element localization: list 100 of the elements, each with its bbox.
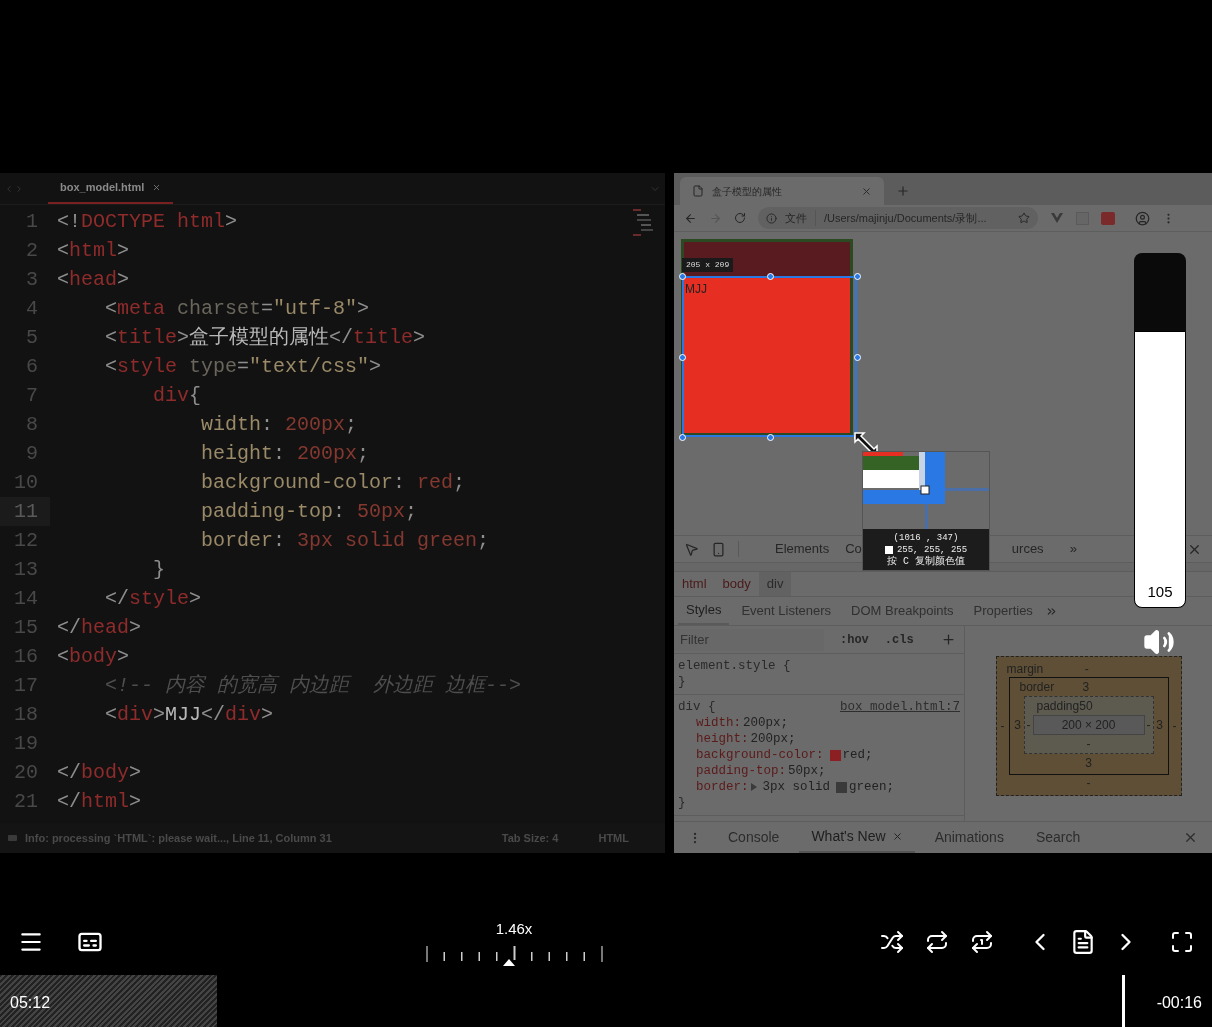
css-value: 200px; [750, 731, 796, 747]
css-value: 50px; [788, 763, 826, 779]
devtools-tab[interactable]: Elements [775, 539, 830, 559]
device-icon[interactable] [711, 541, 726, 557]
rule-close: } [678, 675, 686, 689]
shuffle-icon[interactable] [880, 930, 904, 954]
resize-handle[interactable] [766, 434, 774, 441]
code-line: <head> [56, 266, 130, 293]
code-line: border: 3px solid green; [200, 527, 490, 554]
css-property: border: [696, 779, 749, 795]
fullscreen-icon[interactable] [1170, 930, 1194, 954]
devtools-tab[interactable]: Co [845, 539, 862, 559]
breadcrumb[interactable]: div [758, 572, 792, 596]
repeat-icon[interactable] [925, 930, 949, 954]
close-icon[interactable] [861, 185, 872, 197]
resize-handle[interactable] [854, 273, 861, 280]
code-line: </html> [56, 788, 142, 815]
drawer-tab[interactable]: Animations [922, 822, 1016, 853]
pixel-color: 255, 255, 255 [896, 543, 968, 555]
volume-slider[interactable]: 105 [1134, 253, 1186, 608]
box-value: - [1171, 718, 1177, 735]
reload-icon[interactable] [734, 212, 746, 224]
add-rule-icon[interactable] [941, 632, 956, 647]
close-icon[interactable] [152, 183, 162, 192]
css-property: height: [696, 731, 749, 747]
color-swatch[interactable] [829, 749, 841, 761]
code-line: div{ [152, 382, 202, 409]
close-icon[interactable] [891, 831, 903, 842]
devtools-tab[interactable]: urces [1011, 539, 1044, 559]
code-line: } [152, 556, 166, 583]
speed-ruler[interactable] [424, 944, 604, 967]
copy-hint: 按 C 复制颜色值 [887, 555, 965, 568]
playhead[interactable] [1122, 975, 1126, 1027]
speed-reading: 1.46x [495, 918, 533, 939]
breadcrumb[interactable]: html [674, 572, 715, 596]
resize-handle[interactable] [679, 434, 686, 441]
resize-handle[interactable] [854, 353, 861, 361]
playlist-icon[interactable] [1070, 929, 1096, 955]
drawer-tab[interactable]: What's New [799, 822, 915, 853]
color-swatch-icon [884, 545, 893, 554]
box-value: 3 [1085, 755, 1092, 772]
drawer-tab[interactable]: Search [1023, 822, 1093, 853]
extension-icon[interactable] [1050, 212, 1064, 224]
source-link[interactable]: box_model.html:7 [839, 699, 960, 715]
pixel-coordinates: (1016 , 347) [893, 531, 959, 544]
remaining-time: -00:16 [1156, 993, 1202, 1013]
progress-bar[interactable]: 05:12 -00:16 [0, 975, 1212, 1027]
resize-handle[interactable] [679, 353, 686, 361]
toggle-button[interactable]: .cls [884, 630, 914, 649]
page-icon [692, 185, 704, 197]
new-tab-icon[interactable] [896, 184, 910, 198]
panel-tab[interactable]: Styles [678, 597, 730, 625]
code-line: </body> [56, 759, 142, 786]
speed-pointer[interactable] [502, 959, 515, 967]
color-swatch[interactable] [836, 781, 848, 793]
box-value: 3 [1155, 717, 1164, 734]
box-value: - [1084, 661, 1089, 678]
code-line: <html> [56, 237, 130, 264]
panel-tab[interactable]: Properties [965, 597, 1041, 625]
box-value: 50 [1079, 698, 1093, 715]
code-line: <meta charset="utf-8"> [104, 295, 370, 322]
code-line: </head> [56, 614, 142, 641]
repeat-one-icon[interactable] [970, 930, 994, 954]
extension-icon[interactable] [1101, 211, 1115, 225]
rule-selector: element.style { [678, 658, 791, 674]
info-icon[interactable] [766, 212, 777, 224]
box-label: padding [1036, 698, 1080, 715]
more-tabs-button[interactable]: » [1069, 539, 1077, 559]
resize-handle[interactable] [766, 273, 774, 280]
code-line: <title>盒子模型的属性</title> [104, 324, 426, 351]
css-property: width: [696, 715, 741, 731]
box-value: - [1026, 717, 1031, 734]
rule-selector: div { [678, 699, 716, 715]
code-line: <div>MJJ</div> [104, 701, 274, 728]
element-text: MJJ [684, 282, 707, 296]
resize-handle[interactable] [679, 273, 686, 280]
star-icon[interactable] [1018, 212, 1030, 224]
panel-tab[interactable]: Event Listeners [733, 597, 839, 625]
expand-triangle-icon[interactable] [750, 783, 757, 791]
inspect-icon[interactable] [684, 541, 699, 557]
css-value: red; [842, 747, 873, 763]
box-value: - [1086, 736, 1091, 753]
panel-tab[interactable]: DOM Breakpoints [843, 597, 962, 625]
code-line: background-color: red; [200, 469, 466, 496]
back-icon[interactable] [684, 211, 697, 225]
profile-icon[interactable] [1135, 210, 1150, 226]
css-property: background-color: [696, 747, 824, 763]
toggle-button[interactable]: :hov [840, 630, 869, 649]
css-value: 3px solid [762, 779, 831, 795]
box-value: 3 [1082, 679, 1090, 696]
box-value: - [1000, 718, 1006, 735]
code-line: <style type="text/css"> [104, 353, 382, 380]
drawer-tab[interactable]: Console [716, 822, 792, 853]
css-property: padding-top: [696, 763, 786, 779]
code-line: <!-- 内容 的宽高 内边距 外边距 边框--> [104, 672, 522, 699]
file-tab[interactable]: box_model.html [48, 173, 174, 204]
breadcrumb[interactable]: body [714, 572, 759, 596]
minimap-drawing [631, 207, 655, 239]
close-icon[interactable] [1183, 830, 1198, 845]
code-line: </style> [104, 585, 202, 612]
